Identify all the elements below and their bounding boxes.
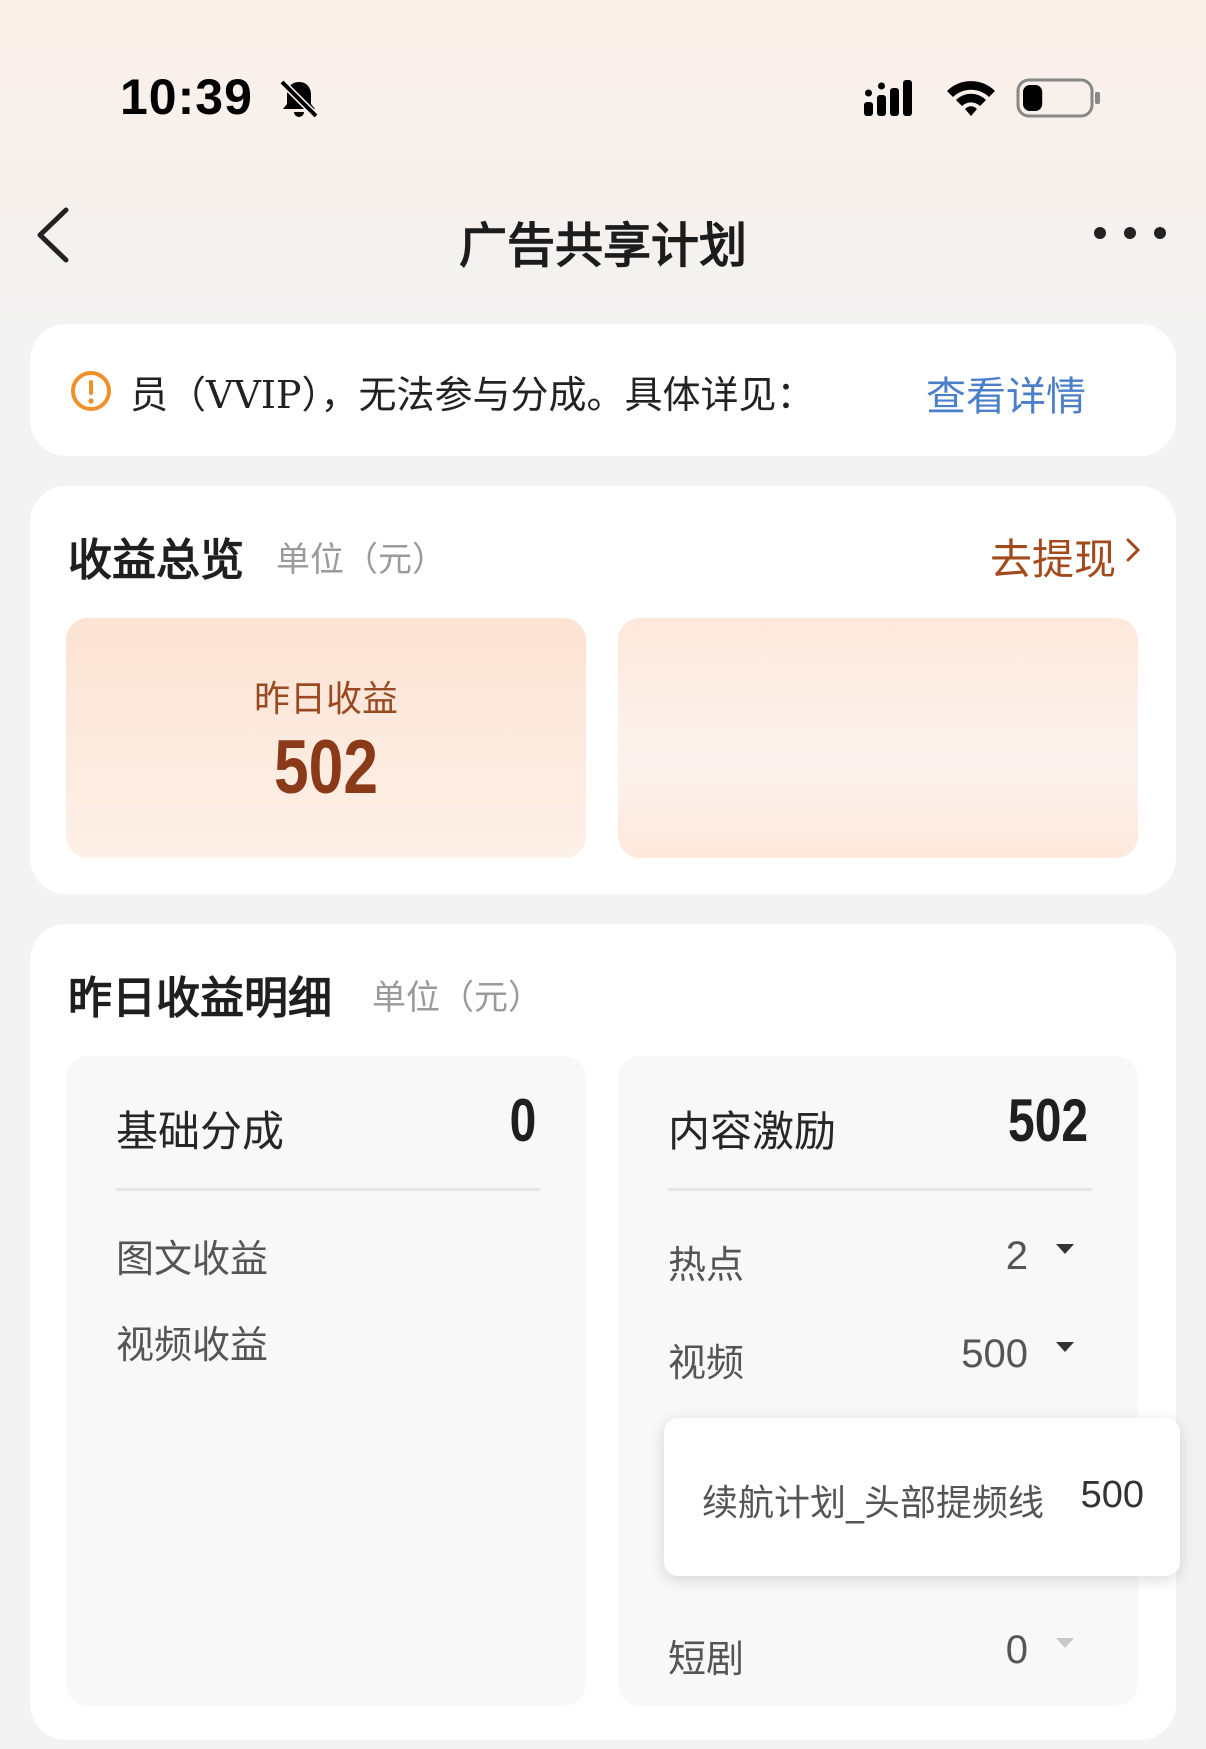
notice-text: 员（VVIP），无法参与分成。具体详见： [130, 373, 815, 417]
view-details-link[interactable]: 查看详情 [926, 364, 1086, 422]
notice-banner: 员（VVIP），无法参与分成。具体详见： 查看详情 [30, 324, 1176, 456]
overview-title: 收益总览 [68, 535, 244, 586]
row-label-short-drama: 短剧 [668, 1637, 745, 1681]
divider [668, 1188, 1092, 1191]
earnings-box-blank [618, 618, 1138, 858]
detail-title: 昨日收益明细 [68, 973, 332, 1024]
status-time: 10:39 [120, 69, 253, 125]
divider [116, 1188, 540, 1191]
signal-icon [864, 80, 912, 116]
base-share-label: 基础分成 [116, 1107, 285, 1156]
row-label-image-text: 图文收益 [116, 1237, 269, 1281]
earnings-detail-card: 昨日收益明细 单位（元） 基础分成 0 图文收益 视频收益 内容激励 502 热… [30, 924, 1176, 1740]
page-title: 广告共享计划 [458, 218, 747, 274]
row-label-video: 视频 [668, 1341, 745, 1385]
yesterday-earnings-label: 昨日收益 [253, 679, 398, 720]
content-incentive-label: 内容激励 [668, 1107, 837, 1156]
withdraw-button[interactable]: 去提现 [990, 526, 1116, 587]
row-label-video: 视频收益 [116, 1323, 269, 1367]
caret-down-icon[interactable] [1054, 1636, 1076, 1650]
bell-slash-icon [279, 79, 319, 119]
warning-circle-icon [71, 371, 111, 411]
row-label-hot: 热点 [668, 1243, 745, 1287]
content-incentive-value: 502 [1007, 1087, 1088, 1154]
content-incentive-card: 内容激励 502 热点 2 视频 500 短剧 0 [618, 1056, 1138, 1706]
row-value-short-drama: 0 [1005, 1628, 1028, 1672]
base-share-value: 0 [509, 1087, 536, 1154]
caret-down-icon[interactable] [1054, 1242, 1076, 1256]
more-dots-icon[interactable] [1092, 218, 1168, 248]
status-bar: 10:39 [0, 0, 1206, 130]
row-value-video: 500 [961, 1332, 1028, 1376]
battery-icon [1016, 78, 1100, 118]
row-value-hot: 2 [1005, 1234, 1028, 1278]
detail-unit: 单位（元） [372, 978, 542, 1018]
tooltip-value: 500 [1080, 1474, 1144, 1516]
overview-unit: 单位（元） [276, 540, 446, 580]
caret-down-icon[interactable] [1054, 1340, 1076, 1354]
base-share-card: 基础分成 0 图文收益 视频收益 [66, 1056, 586, 1706]
yesterday-earnings-box[interactable]: 昨日收益 502 [66, 618, 586, 858]
video-breakdown-tooltip: 续航计划_头部提频线 500 [664, 1418, 1180, 1576]
wifi-icon [947, 81, 995, 116]
earnings-overview-card: 收益总览 单位（元） 去提现 昨日收益 502 [30, 486, 1176, 894]
chevron-right-icon[interactable] [1124, 534, 1142, 566]
yesterday-earnings-value: 502 [274, 725, 378, 810]
tooltip-label: 续航计划_头部提频线 [702, 1483, 1045, 1524]
